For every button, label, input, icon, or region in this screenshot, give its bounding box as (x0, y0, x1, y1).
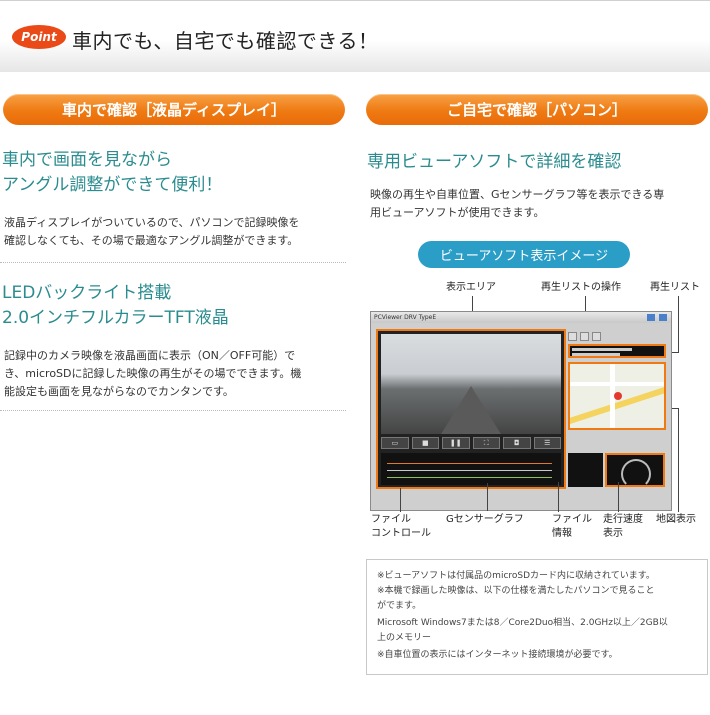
file-controls: ▭ ■ ❚❚ ⛶ ◘ ☰ (381, 437, 561, 449)
folder-icon[interactable]: ▭ (381, 437, 409, 449)
g-sensor-trace (387, 470, 552, 471)
note-line: 上のメモリー (377, 633, 432, 643)
top-banner: Point 車内でも、自宅でも確認できる！ (0, 0, 710, 72)
video-frame (381, 334, 561, 434)
folder-icon[interactable] (592, 332, 601, 341)
heading-led-lcd: LEDバックライト搭載 2.0インチフルカラーTFT液晶 (2, 283, 229, 328)
list-item[interactable] (572, 353, 620, 356)
playlist-tools (568, 332, 608, 342)
label-g-sensor: Gセンサーグラフ (446, 514, 524, 525)
label-file-info: ファイル 情報 (552, 514, 592, 539)
map-road (570, 382, 664, 386)
note-line: がでます。 (377, 601, 422, 611)
label-playlist: 再生リスト (650, 282, 700, 293)
note-line: ※ビューアソフトは付属品のmicroSDカード内に収納されています。 (377, 571, 655, 581)
pointer-line (678, 296, 679, 352)
g-sensor-graph (381, 453, 561, 485)
pointer-line (487, 483, 488, 511)
divider (0, 262, 346, 263)
heading-viewer-software: 専用ビューアソフトで詳細を確認 (367, 152, 622, 172)
location-pin-icon (614, 392, 622, 400)
list-item[interactable] (572, 348, 632, 351)
pointer-line (558, 482, 559, 512)
viewer-titlebar: PCViewer DRV TypeE (371, 312, 671, 323)
stop-icon[interactable]: ■ (411, 437, 439, 449)
viewer-window: PCViewer DRV TypeE ▭ ■ ❚❚ ⛶ ◘ ☰ (370, 311, 672, 511)
road-shape (441, 386, 501, 434)
note-line: ※自車位置の表示にはインターネット接続環境が必要です。 (377, 650, 618, 660)
note-line: Microsoft Windows7または8／Core2Duo相当、2.0GHz… (377, 618, 668, 628)
pause-icon[interactable]: ❚❚ (442, 437, 470, 449)
g-sensor-trace (387, 477, 552, 478)
pointer-line (672, 408, 679, 409)
section-header-car: 車内で確認［液晶ディスプレイ］ (3, 94, 345, 125)
speed-gauge (605, 453, 665, 489)
minimize-icon (647, 314, 655, 321)
note-line: ※本機で録画した映像は、以下の仕様を満たしたパソコンで見ること (377, 586, 655, 596)
heading-angle-adjust: 車内で画面を見ながら アングル調整ができて便利！ (2, 150, 223, 195)
file-info-panel (568, 453, 603, 487)
add-icon[interactable] (568, 332, 577, 341)
label-file-control: ファイル コントロール (371, 514, 431, 539)
g-sensor-trace (387, 463, 552, 464)
map-view[interactable] (568, 362, 666, 430)
divider (0, 410, 346, 411)
point-badge: Point (12, 25, 66, 49)
paragraph-viewer-software: 映像の再生や自車位置、Gセンサーグラフ等を表示できる専 用ビューアソフトが使用で… (370, 188, 665, 219)
paragraph-angle-adjust: 液晶ディスプレイがついているので、パソコンで記録映像を 確認しなくても、その場で… (4, 216, 300, 247)
pointer-line (618, 482, 619, 512)
map-road (570, 380, 664, 426)
viewer-image-label: ビューアソフト表示イメージ (418, 241, 630, 268)
playlist[interactable] (568, 344, 666, 358)
pointer-line (672, 352, 679, 353)
pointer-line (400, 488, 401, 512)
paragraph-led-lcd: 記録中のカメラ映像を液晶画面に表示（ON／OFF可能）で き、microSDに記… (4, 349, 302, 398)
display-area: ▭ ■ ❚❚ ⛶ ◘ ☰ (376, 329, 566, 489)
gauge-icon (621, 459, 651, 489)
pointer-line (678, 408, 679, 512)
close-icon (659, 314, 667, 321)
section-header-home: ご自宅で確認［パソコン］ (366, 94, 708, 125)
fullscreen-icon[interactable]: ⛶ (472, 437, 500, 449)
list-icon[interactable]: ☰ (533, 437, 561, 449)
notes-box: ※ビューアソフトは付属品のmicroSDカード内に収納されています。 ※本機で録… (366, 559, 708, 675)
camera-icon[interactable]: ◘ (503, 437, 531, 449)
label-playlist-ops: 再生リストの操作 (541, 282, 621, 293)
label-speed: 走行速度 表示 (603, 514, 643, 539)
label-display-area: 表示エリア (446, 282, 496, 293)
viewer-window-title: PCViewer DRV TypeE (374, 314, 437, 321)
page-title: 車内でも、自宅でも確認できる！ (72, 29, 379, 53)
label-map: 地図表示 (656, 514, 696, 525)
remove-icon[interactable] (580, 332, 589, 341)
